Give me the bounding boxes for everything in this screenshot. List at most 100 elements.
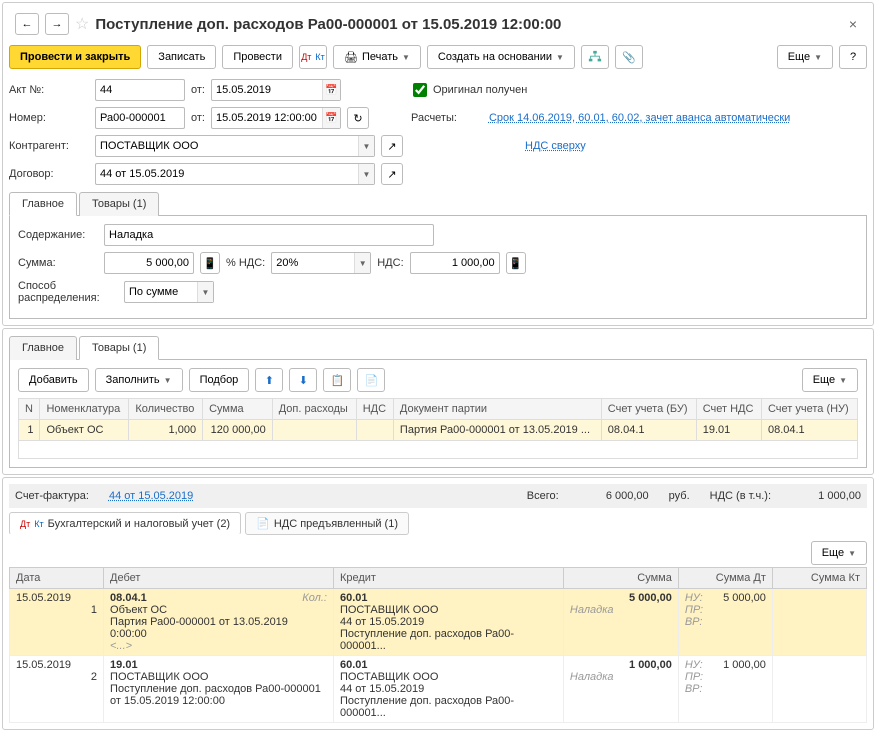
contract-label: Договор:: [9, 168, 89, 180]
favorite-star-icon[interactable]: ☆: [75, 14, 89, 34]
refresh-button[interactable]: ↻: [347, 107, 369, 129]
invoice-link[interactable]: 44 от 15.05.2019: [109, 490, 193, 502]
dropdown-icon[interactable]: ▼: [354, 253, 370, 273]
jcol-sum[interactable]: Сумма: [563, 568, 678, 589]
dtkt-button[interactable]: ДтКт: [299, 45, 327, 69]
sum-input[interactable]: [104, 252, 194, 274]
original-received-checkbox[interactable]: [413, 83, 427, 97]
help-button[interactable]: ?: [839, 45, 867, 69]
contractor-input[interactable]: [95, 135, 375, 157]
invoice-label: Счет-фактура:: [15, 490, 89, 502]
from-label-2: от:: [191, 112, 205, 124]
nds-total-value: 1 000,00: [791, 490, 861, 502]
nds-total-label: НДС (в т.ч.):: [710, 490, 771, 502]
journal-row[interactable]: 15.05.20192 19.01 ПОСТАВЩИК ООО Поступле…: [10, 656, 867, 723]
nds-input[interactable]: [410, 252, 500, 274]
jcol-debit[interactable]: Дебет: [104, 568, 334, 589]
total-value: 6 000,00: [579, 490, 649, 502]
pick-button[interactable]: Подбор: [189, 368, 250, 392]
paperclip-icon: 📎: [622, 51, 636, 64]
paste-button[interactable]: 📄: [357, 368, 385, 392]
col-sum[interactable]: Сумма: [203, 399, 273, 420]
col-nomen[interactable]: Номенклатура: [40, 399, 129, 420]
dist-label: Способ распределения:: [18, 280, 118, 304]
arrow-up-icon: ⬆: [265, 374, 274, 387]
doc-icon: 📄: [256, 517, 270, 530]
copy-button[interactable]: 📋: [323, 368, 351, 392]
nav-back-button[interactable]: ←: [15, 13, 39, 35]
col-n[interactable]: N: [19, 399, 40, 420]
dropdown-icon[interactable]: ▼: [358, 136, 374, 156]
calc-link[interactable]: Срок 14.06.2019, 60.01, 60.02, зачет ава…: [489, 112, 790, 124]
calc-button-2[interactable]: 📱: [506, 252, 526, 274]
act-no-label: Акт №:: [9, 84, 89, 96]
open-contract-button[interactable]: ↗: [381, 163, 403, 185]
copy-icon: 📋: [330, 374, 344, 387]
calc-label: Расчеты:: [411, 112, 457, 124]
table-row-empty: [19, 441, 858, 459]
create-based-button[interactable]: Создать на основании▼: [427, 45, 575, 69]
original-received-label: Оригинал получен: [433, 84, 527, 96]
currency: руб.: [669, 490, 690, 502]
print-button[interactable]: 🖨Печать▼: [333, 45, 421, 69]
nds-label: НДС:: [377, 257, 403, 269]
col-acc-nu[interactable]: Счет учета (НУ): [761, 399, 857, 420]
more-button[interactable]: Еще▼: [777, 45, 833, 69]
structure-button[interactable]: [581, 45, 609, 69]
journal-more-button[interactable]: Еще▼: [811, 541, 867, 565]
col-qty[interactable]: Количество: [129, 399, 203, 420]
tab-main[interactable]: Главное: [9, 192, 77, 216]
jcol-date[interactable]: Дата: [10, 568, 104, 589]
dropdown-icon[interactable]: ▼: [197, 282, 213, 302]
tab-nds[interactable]: 📄НДС предъявленный (1): [245, 512, 409, 535]
journal-row[interactable]: 15.05.20191 08.04.1 Кол.: Объект ОС Парт…: [10, 589, 867, 656]
col-acc-bu[interactable]: Счет учета (БУ): [601, 399, 696, 420]
content-input[interactable]: [104, 224, 434, 246]
move-up-button[interactable]: ⬆: [255, 368, 283, 392]
contract-input[interactable]: [95, 163, 375, 185]
col-addcost[interactable]: Доп. расходы: [272, 399, 356, 420]
hierarchy-icon: [588, 50, 602, 64]
goods-table: N Номенклатура Количество Сумма Доп. рас…: [18, 398, 858, 459]
number-label: Номер:: [9, 112, 89, 124]
add-button[interactable]: Добавить: [18, 368, 89, 392]
calendar-icon[interactable]: 📅: [322, 108, 340, 128]
nds-pct-label: % НДС:: [226, 257, 265, 269]
post-and-close-button[interactable]: Провести и закрыть: [9, 45, 141, 69]
tab-goods[interactable]: Товары (1): [79, 192, 159, 216]
number-input[interactable]: [95, 107, 185, 129]
act-no-input[interactable]: [95, 79, 185, 101]
printer-icon: 🖨: [344, 51, 358, 64]
save-button[interactable]: Записать: [147, 45, 216, 69]
attach-button[interactable]: 📎: [615, 45, 643, 69]
fill-button[interactable]: Заполнить▼: [95, 368, 183, 392]
col-batch[interactable]: Документ партии: [393, 399, 601, 420]
contractor-label: Контрагент:: [9, 140, 89, 152]
tab-goods-2[interactable]: Товары (1): [79, 336, 159, 360]
paste-icon: 📄: [364, 374, 378, 387]
open-contractor-button[interactable]: ↗: [381, 135, 403, 157]
calc-button[interactable]: 📱: [200, 252, 220, 274]
jcol-sum-kt[interactable]: Сумма Кт: [772, 568, 866, 589]
jcol-sum-dt[interactable]: Сумма Дт: [678, 568, 772, 589]
tab-main-2[interactable]: Главное: [9, 336, 77, 360]
calendar-icon[interactable]: 📅: [322, 80, 340, 100]
tab-accounting[interactable]: ДтКтБухгалтерский и налоговый учет (2): [9, 512, 241, 535]
content-label: Содержание:: [18, 229, 98, 241]
nds-link[interactable]: НДС сверху: [525, 140, 586, 152]
sum-label: Сумма:: [18, 257, 98, 269]
close-icon[interactable]: ×: [845, 14, 861, 34]
goods-more-button[interactable]: Еще▼: [802, 368, 858, 392]
total-label: Всего:: [527, 490, 559, 502]
col-nds[interactable]: НДС: [356, 399, 393, 420]
table-row[interactable]: 1 Объект ОС 1,000 120 000,00 Партия Ра00…: [19, 420, 858, 441]
nav-fwd-button[interactable]: →: [45, 13, 69, 35]
from-label: от:: [191, 84, 205, 96]
post-button[interactable]: Провести: [222, 45, 293, 69]
dropdown-icon[interactable]: ▼: [358, 164, 374, 184]
move-down-button[interactable]: ⬇: [289, 368, 317, 392]
jcol-credit[interactable]: Кредит: [333, 568, 563, 589]
page-title: Поступление доп. расходов Ра00-000001 от…: [95, 16, 838, 33]
arrow-down-icon: ⬇: [299, 374, 308, 387]
col-acc-nds[interactable]: Счет НДС: [696, 399, 761, 420]
